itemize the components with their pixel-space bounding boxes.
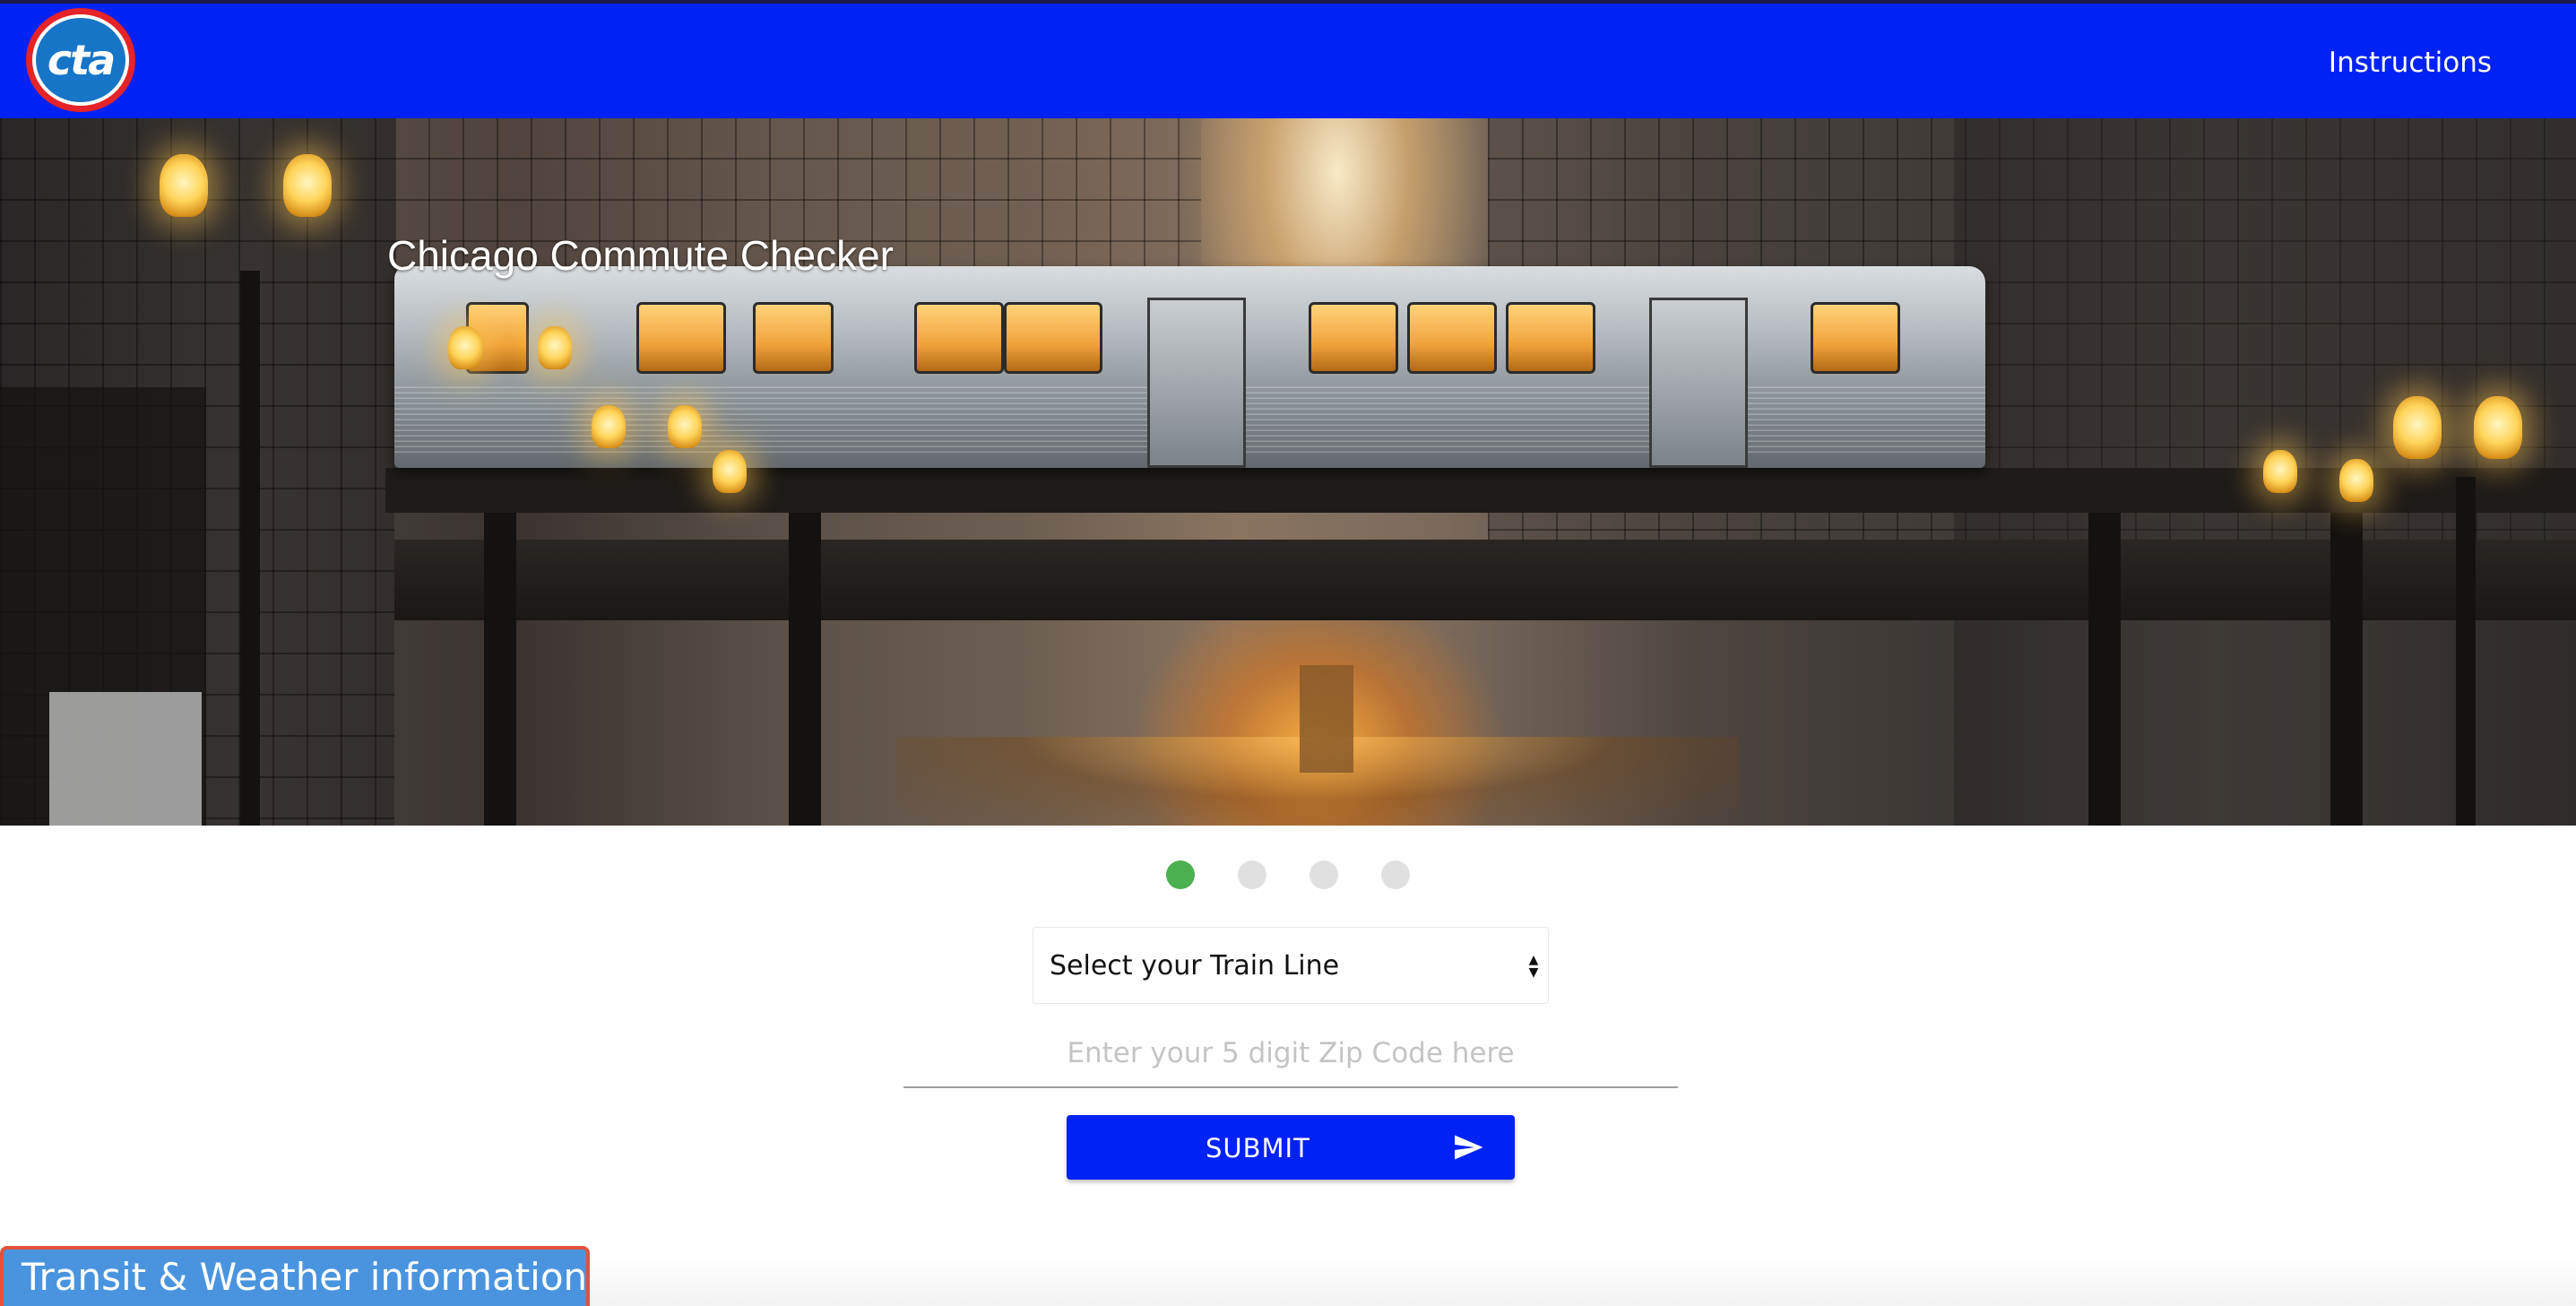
street-lamp bbox=[713, 450, 747, 493]
street-lamp bbox=[283, 154, 332, 217]
instructions-link[interactable]: Instructions bbox=[2329, 47, 2492, 79]
street-lamp bbox=[538, 326, 572, 369]
street-lamp bbox=[448, 326, 482, 369]
el-track-girder bbox=[394, 540, 2576, 620]
street-lamp bbox=[2474, 396, 2522, 459]
train-window bbox=[753, 302, 834, 374]
street-lamp bbox=[668, 405, 702, 448]
street-lamp bbox=[2263, 450, 2297, 493]
train-window bbox=[1309, 302, 1398, 374]
el-post bbox=[2088, 513, 2121, 826]
train-window bbox=[1407, 302, 1497, 374]
train-window bbox=[914, 302, 1004, 374]
submit-button-label: SUBMIT bbox=[1206, 1133, 1310, 1163]
train-door bbox=[1649, 298, 1748, 468]
train-door bbox=[1147, 298, 1246, 468]
street-lamp bbox=[160, 154, 208, 217]
hero-title: Chicago Commute Checker bbox=[387, 232, 895, 279]
sort-arrows-icon: ▲ ▼ bbox=[1528, 953, 1539, 980]
el-train bbox=[394, 266, 1985, 468]
carousel-dot-1[interactable] bbox=[1166, 861, 1195, 889]
el-post bbox=[789, 513, 821, 826]
street-lamp bbox=[592, 405, 626, 448]
street-lamp bbox=[2339, 459, 2373, 502]
logo-text: cta bbox=[36, 18, 125, 102]
el-post bbox=[484, 513, 516, 826]
train-window bbox=[636, 302, 726, 374]
street-lamp bbox=[2393, 396, 2442, 459]
train-window bbox=[1811, 302, 1900, 374]
transit-weather-tab[interactable]: Transit & Weather information bbox=[0, 1246, 590, 1306]
carousel-indicators bbox=[1166, 861, 1410, 889]
train-line-select[interactable]: Select your Train Line ▲ ▼ bbox=[1033, 927, 1549, 1004]
train-window bbox=[1506, 302, 1595, 374]
logo-ring: cta bbox=[32, 14, 129, 106]
carousel-dot-3[interactable] bbox=[1310, 861, 1338, 889]
top-navbar: cta Instructions bbox=[0, 0, 2576, 118]
send-icon bbox=[1455, 1135, 1483, 1160]
carousel-dot-2[interactable] bbox=[1238, 861, 1266, 889]
train-window bbox=[1004, 302, 1102, 374]
zip-code-input[interactable] bbox=[903, 1020, 1678, 1088]
cta-logo[interactable]: cta bbox=[26, 8, 135, 112]
lamp-post bbox=[2456, 477, 2476, 826]
train-line-select-value: Select your Train Line bbox=[1050, 949, 1340, 982]
distant-tower bbox=[1300, 665, 1353, 773]
submit-button[interactable]: SUBMIT bbox=[1067, 1115, 1515, 1180]
lamp-post bbox=[240, 271, 260, 826]
street-sign bbox=[49, 692, 202, 826]
hero-carousel-image: Chicago Commute Checker bbox=[0, 118, 2576, 826]
carousel-dot-4[interactable] bbox=[1381, 861, 1410, 889]
el-post bbox=[2330, 513, 2363, 826]
